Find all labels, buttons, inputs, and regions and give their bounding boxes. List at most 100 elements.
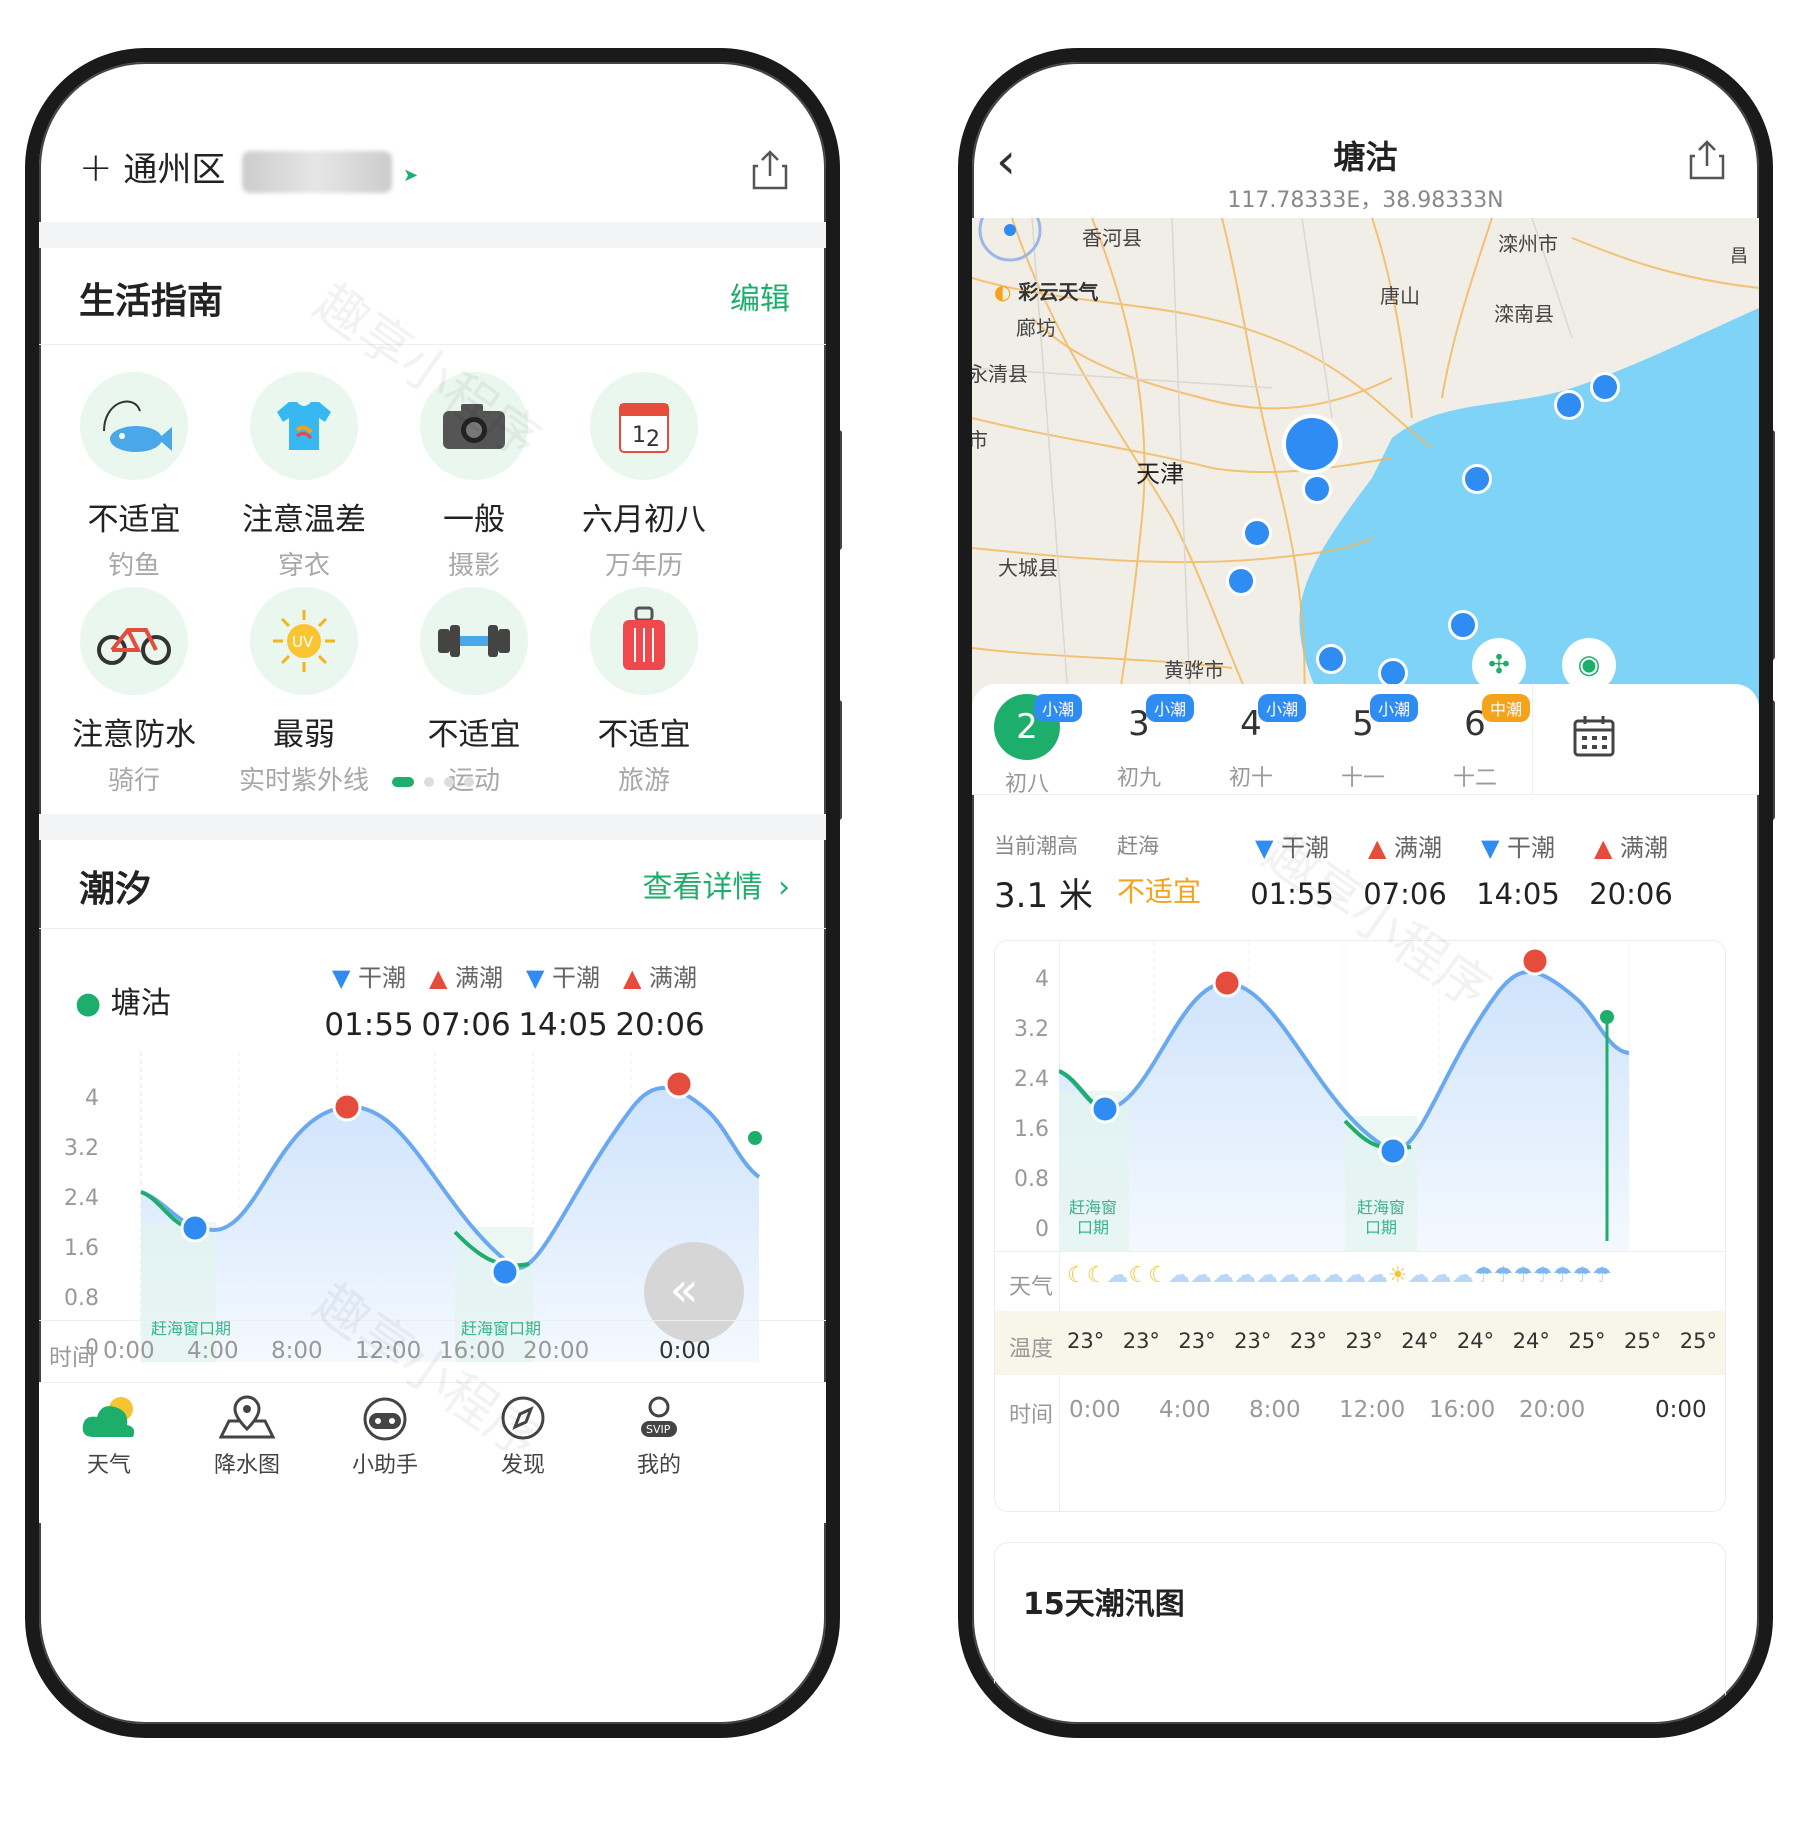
tide-station-map[interactable]: ◐ 彩云天气 香河县 廊坊 永清县 市 天津 唐山 滦州市 滦南县 昌 大城县 …: [972, 218, 1759, 748]
temperature-value: 25°: [1568, 1329, 1606, 1353]
guide-item-sport[interactable]: 不适宜 运动: [379, 587, 569, 797]
lunar-date: 初九: [1116, 766, 1161, 791]
cloud-icon: ☁: [1106, 1263, 1129, 1288]
guide-item-uv[interactable]: UV 最弱 实时紫外线: [209, 587, 399, 797]
temperature-values: 23° 23° 23° 23° 23° 23° 24° 24° 24° 25° …: [1067, 1329, 1717, 1353]
share-icon[interactable]: [750, 148, 790, 196]
guide-item-value: 注意温差: [242, 502, 366, 538]
phone-left: + 通州区 ➤ 生活指南 编辑 不适宜 钓鱼 注意温差 穿衣 一般 摄影 1 2…: [25, 48, 840, 1738]
y-tick: 2.4: [1014, 1067, 1049, 1092]
window-label: 口期: [1077, 1218, 1109, 1237]
station-pin[interactable]: [1554, 390, 1584, 420]
page-indicator[interactable]: [39, 772, 826, 791]
map-label: 昌: [1730, 246, 1748, 267]
day-item[interactable]: 小潮 4 初十: [1196, 694, 1306, 792]
location-bar[interactable]: + 通州区 ➤: [79, 142, 418, 193]
guide-item-fishing[interactable]: 不适宜 钓鱼: [39, 372, 229, 582]
tab-label: 降水图: [213, 1453, 280, 1478]
temperature-value: 24°: [1401, 1329, 1439, 1353]
tab-assistant[interactable]: 小助手: [325, 1395, 445, 1479]
station-pin[interactable]: [1590, 372, 1620, 402]
location-pin-icon: ●: [75, 986, 102, 1021]
y-tick: 1.6: [1014, 1117, 1049, 1142]
station-pin[interactable]: [1316, 644, 1346, 674]
station-pin[interactable]: [1448, 610, 1478, 640]
window-label: 赶海窗口期: [151, 1319, 231, 1338]
guide-item-cycling[interactable]: 注意防水 骑行: [39, 587, 229, 797]
tide-15day-card[interactable]: 15天潮汛图: [994, 1542, 1726, 1724]
tide-detail-link[interactable]: 查看详情 ›: [642, 862, 790, 906]
guide-item-travel[interactable]: 不适宜 旅游: [549, 587, 739, 797]
temperature-value: 24°: [1456, 1329, 1495, 1353]
station-pin[interactable]: [1226, 566, 1256, 596]
tab-precipitation-map[interactable]: 降水图: [187, 1395, 307, 1479]
tide-chart-card: 4 3.2 2.4 1.6 0.8 0 赶海窗 口期 赶海窗 口期 天气 ☾☾☁…: [994, 940, 1726, 1512]
uv-sun-icon: UV: [250, 587, 358, 695]
camera-icon: [420, 372, 528, 480]
low-tide-marker: [1378, 1136, 1408, 1166]
day-item[interactable]: 小潮 5 十一: [1308, 694, 1418, 792]
fishing-icon: [80, 372, 188, 480]
low-tide-marker: [180, 1213, 210, 1243]
map-label: 大城县: [998, 556, 1058, 580]
day-item[interactable]: 小潮 2 初八: [972, 694, 1082, 798]
divider: [39, 1320, 826, 1321]
tab-discover[interactable]: 发现: [463, 1395, 583, 1479]
lunar-date: 十二: [1452, 766, 1497, 791]
tide-station[interactable]: ● 塘沽: [75, 978, 171, 1022]
tab-label: 我的: [636, 1453, 681, 1478]
map-label: 滦州市: [1498, 232, 1558, 256]
station-pin[interactable]: [1242, 518, 1272, 548]
guide-item-value: 六月初八: [582, 502, 706, 538]
page-dot: [391, 777, 414, 787]
low-tide-icon: ▼: [525, 964, 545, 992]
tab-weather[interactable]: 天气: [49, 1395, 169, 1479]
share-icon[interactable]: [1687, 138, 1727, 186]
compass-icon: [463, 1395, 583, 1447]
add-city-icon[interactable]: +: [79, 145, 113, 191]
station-pin[interactable]: [1462, 464, 1492, 494]
low-tide-marker: [490, 1257, 520, 1287]
page-dot: [443, 777, 454, 787]
map-label: 永清县: [972, 362, 1028, 386]
beachcombing-label: 赶海: [1117, 834, 1159, 858]
map-label: 唐山: [1380, 284, 1420, 308]
current-height-value: 3.1 米: [994, 876, 1093, 916]
guide-item-value: 不适宜: [87, 502, 181, 538]
tide-event-time: 01:55: [324, 1007, 414, 1043]
life-guide-title: 生活指南: [79, 281, 224, 322]
station-pin[interactable]: [1302, 474, 1332, 504]
tide-event-time: 07:06: [1363, 877, 1447, 911]
divider: [39, 344, 826, 345]
window-label: 赶海窗口期: [461, 1319, 541, 1338]
tide-event-type: 满潮: [649, 964, 698, 992]
high-tide-marker: [664, 1069, 694, 1099]
guide-item-label: 穿衣: [277, 551, 330, 581]
guide-item-photography[interactable]: 一般 摄影: [379, 372, 569, 582]
tide-title: 潮汐: [79, 869, 152, 910]
map-label: 滦南县: [1494, 302, 1554, 326]
sun-cloud-icon: ☀: [1387, 1263, 1408, 1288]
low-tide-icon: ▼: [331, 964, 351, 992]
tide-event: ▼ 干潮 14:05: [1463, 828, 1573, 911]
caiyun-logo: ◐ 彩云天气: [994, 280, 1099, 304]
guide-item-clothing[interactable]: 注意温差 穿衣: [209, 372, 399, 582]
selected-station-pin[interactable]: [1282, 414, 1342, 474]
tab-profile[interactable]: SVIP 我的: [599, 1395, 719, 1479]
day-item[interactable]: 小潮 3 初九: [1084, 694, 1194, 792]
page-title: 塘沽: [1333, 138, 1398, 176]
tide-event-type: 满潮: [1394, 834, 1443, 862]
luggage-icon: [590, 587, 698, 695]
bottom-tab-bar: 天气 降水图 小助手 发现 SVIP 我的: [39, 1382, 826, 1523]
guide-item-label: 万年历: [604, 551, 683, 581]
y-tick: 3.2: [1014, 1017, 1049, 1042]
guide-item-almanac[interactable]: 12 六月初八 万年历: [549, 372, 739, 582]
moon-cloud-icon: ☾: [1128, 1263, 1149, 1288]
edit-button[interactable]: 编辑: [730, 274, 790, 318]
section-divider: [39, 222, 826, 248]
tide-event: ▼ 干潮 01:55: [319, 958, 419, 1043]
day-item[interactable]: 中潮 6 十二: [1420, 694, 1530, 792]
calendar-icon[interactable]: [1572, 714, 1616, 762]
collapse-button[interactable]: «: [644, 1242, 744, 1342]
x-tick: 0:00: [659, 1338, 711, 1364]
